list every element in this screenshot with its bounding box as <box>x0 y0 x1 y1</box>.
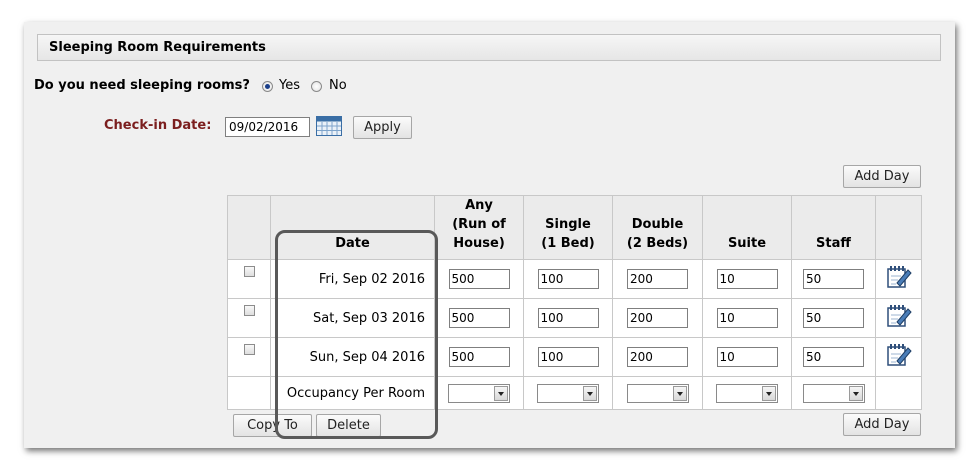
header-suite: Suite <box>702 195 792 260</box>
chevron-down-icon[interactable] <box>672 385 687 401</box>
header-any: Any (Run of House) <box>434 195 524 260</box>
sleeping-room-panel: Sleeping Room Requirements Do you need s… <box>24 22 955 448</box>
table-header-row: Date Any (Run of House) Single (1 Bed) Doub… <box>227 195 922 260</box>
staff-input[interactable] <box>803 308 864 328</box>
sleeping-rooms-question: Do you need sleeping rooms? <box>34 78 250 93</box>
any-input[interactable] <box>448 269 510 289</box>
chevron-down-icon[interactable] <box>762 385 776 401</box>
edit-notepad-icon[interactable] <box>886 303 912 329</box>
single-input[interactable] <box>537 269 599 289</box>
table-row: Sat, Sep 03 2016 <box>227 298 922 338</box>
header-select <box>227 195 271 260</box>
radio-yes-label[interactable]: Yes <box>279 78 300 93</box>
header-date: Date <box>270 195 435 260</box>
sleeping-room-table: Date Any (Run of House) Single (1 Bed) Doub… <box>227 195 922 410</box>
calendar-icon[interactable] <box>316 116 342 136</box>
occupancy-row: Occupancy Per Room <box>227 376 922 410</box>
edit-notepad-icon[interactable] <box>886 264 912 290</box>
staff-input[interactable] <box>803 269 864 289</box>
single-input[interactable] <box>537 308 599 328</box>
single-input[interactable] <box>537 347 599 367</box>
row-checkbox[interactable] <box>243 305 255 316</box>
suite-input[interactable] <box>716 269 778 289</box>
table-row: Fri, Sep 02 2016 <box>227 259 922 299</box>
header-staff: Staff <box>791 195 876 260</box>
apply-button[interactable]: Apply <box>353 116 412 139</box>
chevron-down-icon[interactable] <box>848 385 863 401</box>
row-date: Sat, Sep 03 2016 <box>270 298 435 338</box>
staff-input[interactable] <box>803 347 864 367</box>
occupancy-select-suite[interactable] <box>716 383 778 403</box>
any-input[interactable] <box>448 347 510 367</box>
occupancy-select-staff[interactable] <box>802 383 865 403</box>
chevron-down-icon[interactable] <box>494 385 508 401</box>
occupancy-label: Occupancy Per Room <box>270 376 435 410</box>
header-double: Double (2 Beds) <box>612 195 703 260</box>
section-header: Sleeping Room Requirements <box>37 34 941 61</box>
checkin-date-input[interactable]: 09/02/2016 <box>225 117 310 137</box>
header-single: Single (1 Bed) <box>523 195 613 260</box>
suite-input[interactable] <box>716 308 778 328</box>
row-date: Fri, Sep 02 2016 <box>270 259 435 299</box>
row-checkbox[interactable] <box>243 344 255 355</box>
double-input[interactable] <box>627 347 688 367</box>
edit-notepad-icon[interactable] <box>886 342 912 368</box>
checkin-date-label: Check-in Date: <box>104 118 212 133</box>
double-input[interactable] <box>627 269 688 289</box>
add-day-button-bottom[interactable]: Add Day <box>843 413 921 436</box>
occupancy-select-single[interactable] <box>537 383 599 403</box>
chevron-down-icon[interactable] <box>583 385 597 401</box>
copy-to-button[interactable]: Copy To <box>233 414 312 437</box>
double-input[interactable] <box>627 308 688 328</box>
row-date: Sun, Sep 04 2016 <box>270 337 435 377</box>
radio-no-label[interactable]: No <box>329 78 347 93</box>
radio-yes[interactable] <box>262 81 273 92</box>
occupancy-select-any[interactable] <box>448 383 510 403</box>
header-edit <box>875 195 922 260</box>
occupancy-select-double[interactable] <box>626 383 689 403</box>
row-checkbox[interactable] <box>243 266 255 277</box>
table-row: Sun, Sep 04 2016 <box>227 337 922 377</box>
delete-button[interactable]: Delete <box>316 414 381 437</box>
suite-input[interactable] <box>716 347 778 367</box>
any-input[interactable] <box>448 308 510 328</box>
radio-no[interactable] <box>311 81 322 92</box>
add-day-button-top[interactable]: Add Day <box>843 165 921 188</box>
